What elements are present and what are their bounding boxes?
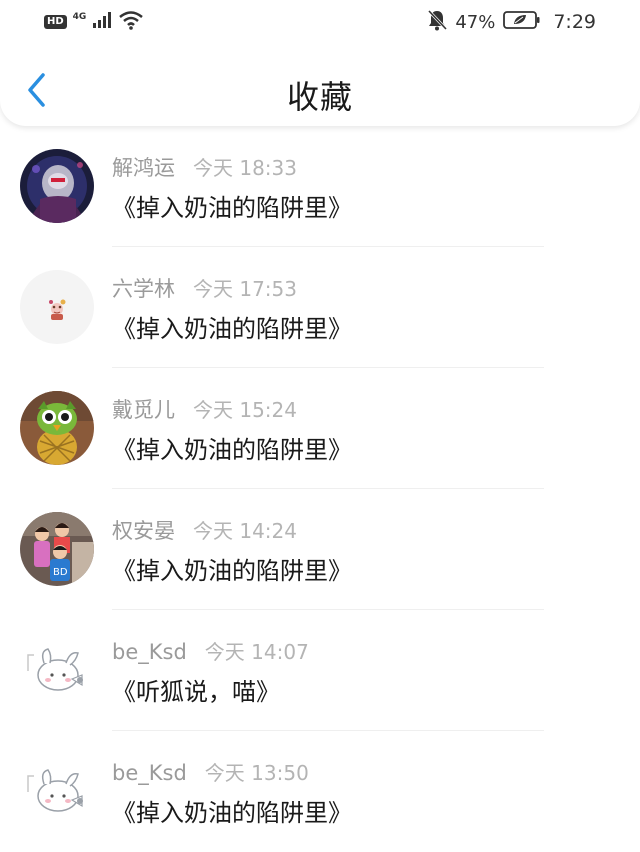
avatar — [20, 754, 94, 828]
timestamp: 今天 13:50 — [204, 761, 309, 785]
list-item[interactable]: 戴觅儿 今天 15:24 《掉入奶油的陷阱里》 — [0, 368, 640, 489]
user-name: be_Ksd — [112, 761, 187, 785]
list-item[interactable]: 六学林 今天 17:53 《掉入奶油的陷阱里》 — [0, 247, 640, 368]
wifi-icon — [118, 10, 144, 34]
network-type: 4G — [72, 12, 87, 22]
list-item[interactable]: BD 权安晏 今天 14:24 《掉入奶油的陷阱里》 — [0, 489, 640, 610]
status-bar: HD 4G 47% 7:29 — [0, 0, 640, 44]
timestamp: 今天 15:24 — [193, 398, 297, 422]
avatar — [20, 270, 94, 344]
clock: 7:29 — [553, 11, 596, 33]
user-name: 解鸿运 — [112, 156, 175, 180]
header: 收藏 — [0, 60, 640, 124]
book-title: 《听狐说，喵》 — [112, 678, 280, 706]
timestamp: 今天 14:24 — [193, 519, 297, 543]
avatar — [20, 391, 94, 465]
bell-muted-icon — [427, 9, 448, 35]
svg-text:BD: BD — [53, 567, 68, 578]
list-item[interactable]: 解鸿运 今天 18:33 《掉入奶油的陷阱里》 — [0, 126, 640, 247]
page-title: 收藏 — [286, 78, 353, 116]
timestamp: 今天 17:53 — [193, 277, 297, 301]
status-left: HD 4G — [44, 10, 144, 34]
battery-percent: 47% — [455, 11, 496, 33]
user-name: 六学林 — [112, 277, 175, 301]
list-item[interactable]: be_Ksd 今天 14:07 《听狐说，喵》 — [0, 610, 640, 731]
hd-badge: HD — [44, 15, 67, 29]
book-title: 《掉入奶油的陷阱里》 — [112, 194, 352, 222]
item-meta: 戴觅儿 今天 15:24 — [112, 394, 297, 424]
user-name: 权安晏 — [112, 519, 175, 543]
battery-icon — [503, 10, 541, 34]
timestamp: 今天 18:33 — [193, 156, 297, 180]
user-name: be_Ksd — [112, 640, 187, 664]
timestamp: 今天 14:07 — [204, 640, 309, 664]
item-meta: 解鸿运 今天 18:33 — [112, 152, 297, 182]
status-right: 47% 7:29 — [427, 8, 596, 36]
item-meta: 六学林 今天 17:53 — [112, 273, 297, 303]
signal-icon — [92, 11, 112, 33]
list-item[interactable]: be_Ksd 今天 13:50 《掉入奶油的陷阱里》 — [0, 731, 640, 852]
item-meta: be_Ksd 今天 13:50 — [112, 757, 309, 786]
avatar: BD — [20, 512, 94, 586]
item-meta: be_Ksd 今天 14:07 — [112, 636, 309, 665]
avatar — [20, 149, 94, 223]
book-title: 《掉入奶油的陷阱里》 — [112, 799, 352, 827]
user-name: 戴觅儿 — [112, 398, 175, 422]
book-title: 《掉入奶油的陷阱里》 — [112, 436, 352, 464]
avatar — [20, 633, 94, 707]
book-title: 《掉入奶油的陷阱里》 — [112, 557, 352, 585]
top-bar: HD 4G 47% 7:29 收藏 — [0, 0, 640, 126]
book-title: 《掉入奶油的陷阱里》 — [112, 315, 352, 343]
item-meta: 权安晏 今天 14:24 — [112, 515, 297, 545]
